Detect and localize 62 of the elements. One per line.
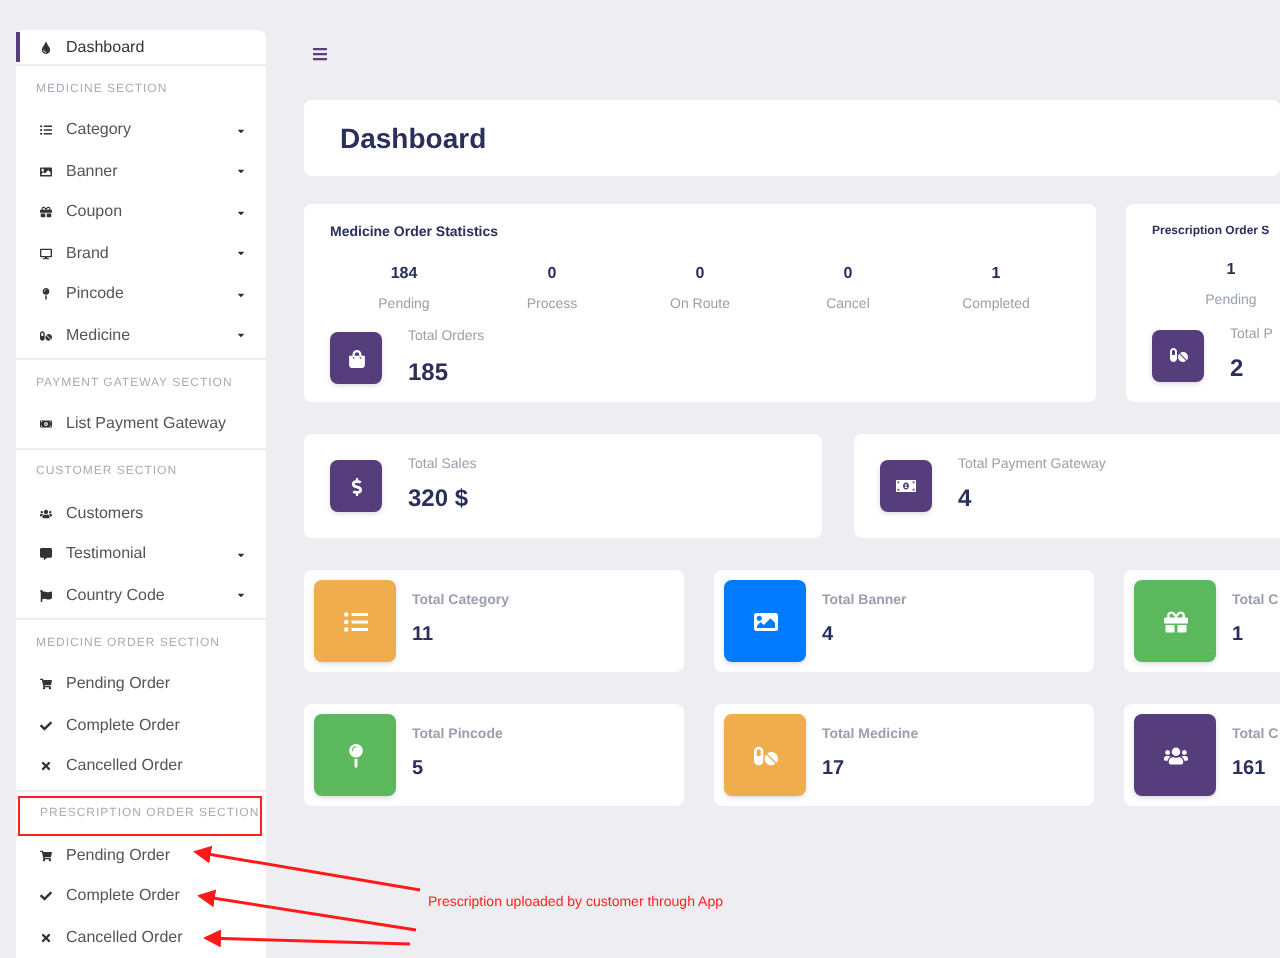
sidebar-item[interactable]: Country Code — [16, 575, 266, 616]
stat-value: 0 — [695, 261, 705, 285]
page-title: Dashboard — [340, 119, 487, 157]
stat-value: 5 — [412, 756, 426, 785]
bag-icon — [347, 349, 365, 368]
pills-icon — [1169, 346, 1187, 365]
image-icon — [40, 165, 52, 178]
stat-value: 17 — [822, 756, 847, 785]
stat-value: 1 — [1226, 258, 1236, 282]
cross-icon — [40, 931, 52, 944]
sidebar-item[interactable]: Dashboard — [16, 32, 266, 62]
users-icon — [40, 507, 52, 520]
list-icon — [40, 124, 52, 137]
menu-icon[interactable] — [312, 46, 328, 62]
drop-icon — [40, 41, 52, 53]
sidebar-item[interactable]: Complete Order — [16, 876, 266, 917]
sidebar-item[interactable]: Category — [16, 110, 266, 151]
stat-value: 4 — [958, 482, 974, 517]
sidebar-item[interactable]: Pincode — [16, 274, 266, 315]
checkmark-icon — [40, 719, 52, 732]
image-icon — [753, 609, 777, 633]
list-icon — [343, 609, 367, 633]
stat-value: 0 — [547, 261, 557, 285]
sidebar-item[interactable]: Complete Order — [16, 705, 266, 746]
stat-value: 1 — [991, 261, 1001, 285]
stat-value: 184 — [390, 261, 418, 285]
stat-value: 1 — [1232, 622, 1246, 651]
sidebar-item[interactable]: Testimonial — [16, 534, 266, 575]
sidebar-item[interactable]: Medicine — [16, 315, 266, 356]
pills-icon — [40, 329, 52, 342]
checkmark-icon — [40, 890, 52, 903]
stat-value: 11 — [412, 622, 436, 651]
pin-icon — [343, 743, 367, 767]
stat-value: 2 — [1230, 352, 1246, 386]
stat-value: 185 — [408, 355, 451, 389]
stat-value: 0 — [843, 261, 853, 285]
banknote-icon — [896, 476, 916, 496]
cart-icon — [40, 678, 52, 691]
stat-value: 4 — [822, 622, 836, 651]
sidebar-item[interactable]: Customers — [16, 493, 266, 534]
sidebar-item[interactable]: Cancelled Order — [16, 917, 266, 958]
sidebar-item[interactable]: Pending Order — [16, 664, 266, 705]
pin-icon — [40, 288, 52, 301]
stat-value: 320 $ — [408, 482, 471, 517]
sidebar-item[interactable]: Cancelled Order — [16, 746, 266, 787]
banknote-icon — [40, 418, 52, 431]
stat-value: 161 — [1232, 756, 1268, 785]
cross-icon — [40, 760, 52, 773]
speech-bubble-icon — [40, 548, 52, 561]
pills-icon — [753, 743, 777, 767]
gift-icon — [40, 206, 52, 219]
sidebar-item[interactable]: Banner — [16, 151, 266, 192]
dollar-icon — [347, 477, 365, 495]
sidebar-item[interactable]: Pending Order — [16, 835, 266, 876]
flag-icon — [40, 589, 52, 602]
users-icon — [1163, 743, 1187, 767]
sidebar-item[interactable]: Coupon — [16, 192, 266, 233]
sidebar-item[interactable]: List Payment Gateway — [16, 404, 266, 445]
monitor-icon — [40, 247, 52, 260]
gift-icon — [1163, 609, 1187, 633]
sidebar-item[interactable]: Brand — [16, 233, 266, 274]
cart-icon — [40, 849, 52, 862]
